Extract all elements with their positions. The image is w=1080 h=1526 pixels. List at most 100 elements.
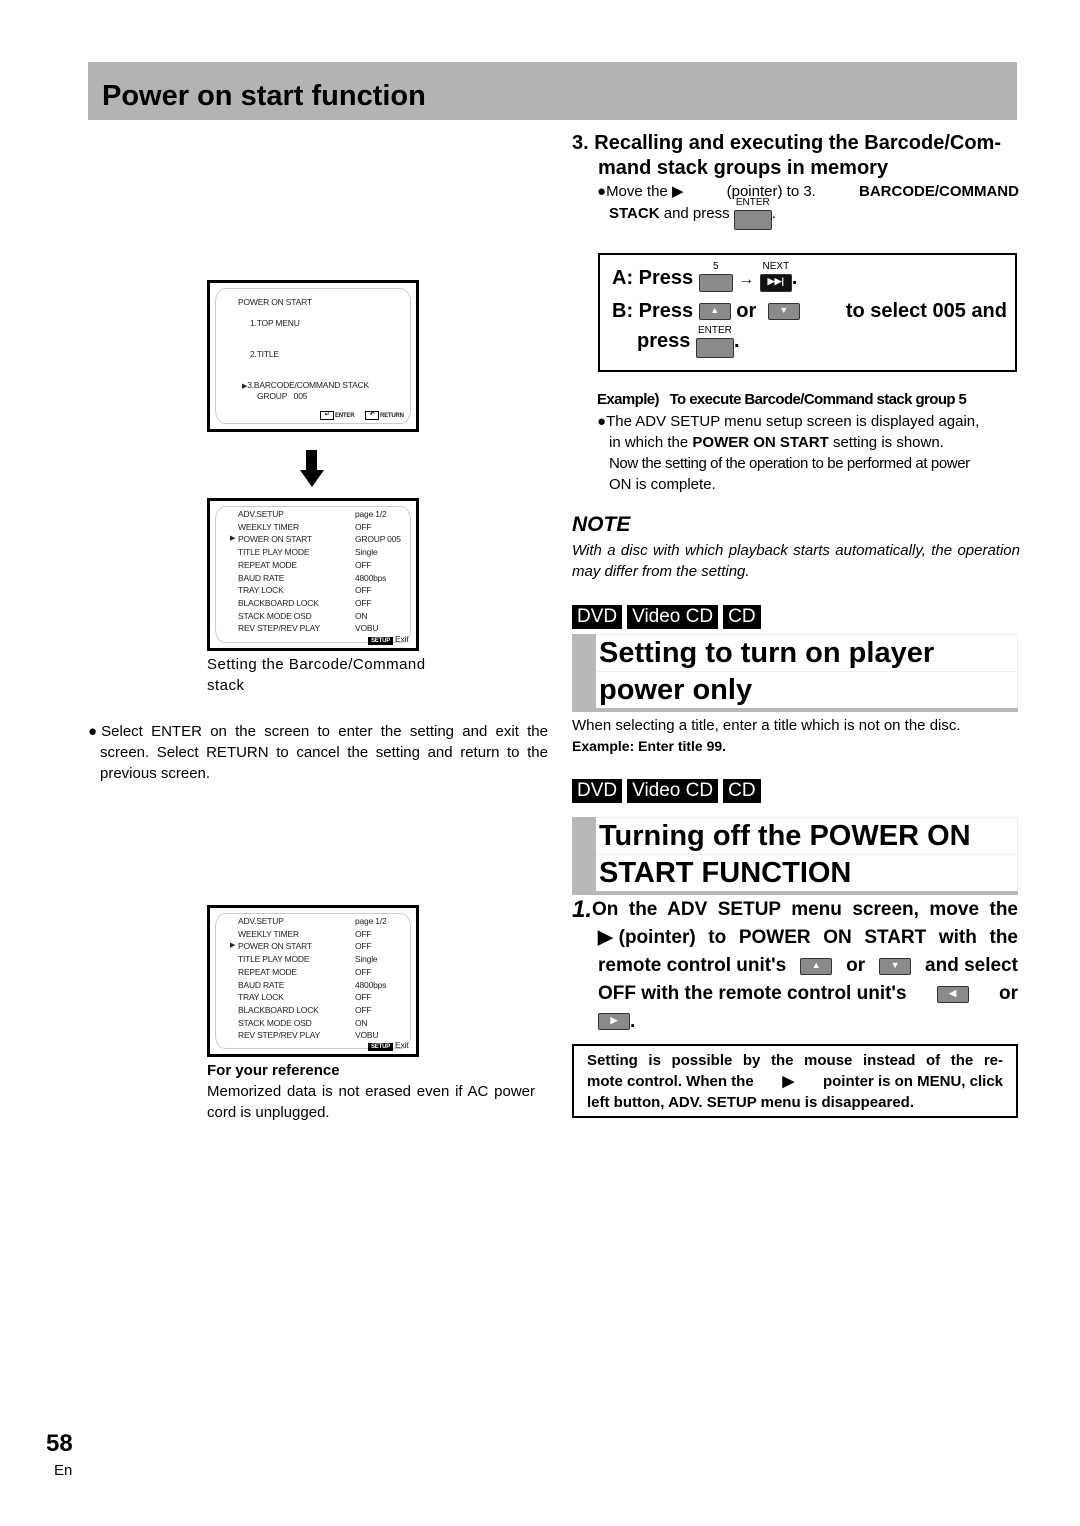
arrow-down-icon xyxy=(300,450,324,490)
pointer-icon: ▶ xyxy=(671,183,684,200)
example-heading: Example) To execute Barcode/Command stac… xyxy=(597,391,967,408)
setup-key-icon: SETUP xyxy=(368,1043,394,1051)
osd-return: ↶ RETURN xyxy=(365,411,404,420)
section1-example: Example: Enter title 99. xyxy=(572,738,727,754)
osd-screen-adv-setup-off: ADV.SETUP page 1/2 WEEKLY TIMER OFF ▶ POWER O… xyxy=(207,905,419,1057)
osd-row-label: REPEAT MODE xyxy=(238,966,297,977)
up-key-icon: ▲ xyxy=(800,957,833,975)
return-key-icon: ↶ xyxy=(365,411,379,420)
bullet-icon: ● xyxy=(88,723,102,740)
osd-screen-power-on-start: POWER ON START 1.TOP MENU 2.TITLE ▶3.BAR… xyxy=(207,280,419,432)
enter-key-icon: ↵ xyxy=(320,411,334,420)
down-key-icon: ▼ xyxy=(879,957,912,975)
pointer-icon: ▶ xyxy=(598,927,613,948)
left-bullet: ●Select ENTER on the screen to enter the… xyxy=(88,723,548,782)
osd-row-value: Single xyxy=(355,954,378,965)
section2-step1: 1. On the ADV SETUP menu screen, move the… xyxy=(572,896,1018,1032)
bullet-icon: ● xyxy=(597,413,607,430)
down-key-icon: ▼ xyxy=(767,303,800,321)
osd-row-label: STACK MODE OSD xyxy=(238,1017,312,1028)
osd-row-value: Single xyxy=(355,547,378,558)
badge-dvd: DVD xyxy=(572,605,623,629)
page-title: Power on start function xyxy=(102,80,426,112)
step3-bullet: ●Move the ▶ (pointer) to 3. BARCODE/COMM… xyxy=(597,181,1019,231)
osd-exit: SETUP Exit xyxy=(368,634,409,645)
disc-badges: DVD Video CD CD xyxy=(572,779,766,803)
osd-screen-adv-setup-group: ADV.SETUP page 1/2 WEEKLY TIMER OFF ▶ POWER O… xyxy=(207,498,419,651)
osd-row-value: OFF xyxy=(355,928,372,939)
screen-caption: Setting the Barcode/Command stack xyxy=(207,656,426,694)
osd-row-label: ADV.SETUP xyxy=(238,509,284,519)
number-5-key-icon: 5 xyxy=(698,261,733,292)
language-label: En xyxy=(54,1462,73,1479)
osd-row-label: TRAY LOCK xyxy=(238,992,284,1003)
osd-row-value: OFF xyxy=(355,1004,372,1015)
osd-exit: SETUP Exit xyxy=(368,1040,409,1051)
osd-row-value: OFF xyxy=(355,585,372,596)
step3-heading: 3. Recalling and executing the Barcode/C… xyxy=(572,132,1001,179)
left-key-icon: ◀ xyxy=(936,985,969,1003)
badge-video-cd: Video CD xyxy=(627,605,719,629)
osd-row-value: GROUP 005 xyxy=(355,534,401,545)
reference-block: For your reference Memorized data is not… xyxy=(207,1061,535,1123)
instruction-a: A: Press 5 → NEXT ▶▶|. xyxy=(612,261,797,292)
badge-cd: CD xyxy=(723,779,761,803)
instruction-b-press: press ENTER. xyxy=(637,325,740,358)
badge-cd: CD xyxy=(723,605,761,629)
page-title-bar: Power on start function xyxy=(88,62,1017,120)
section-heading-turning-off: Turning off the POWER ON START FUNCTION xyxy=(572,817,1018,895)
osd-row-value: OFF xyxy=(355,559,372,570)
osd-row-label: TRAY LOCK xyxy=(238,585,284,596)
osd-enter: ↵ ENTER xyxy=(320,411,355,420)
osd-group: GROUP 005 xyxy=(257,391,308,401)
osd-row-value: OFF xyxy=(355,941,372,952)
enter-key-icon: ENTER xyxy=(733,198,772,231)
osd-row-value: VOBU xyxy=(355,623,379,634)
osd-row-value: ON xyxy=(355,1017,368,1028)
osd-row-value: ON xyxy=(355,610,368,621)
osd-row-value: OFF xyxy=(355,992,372,1003)
osd-item: 2.TITLE xyxy=(250,349,279,359)
osd-row-value: VOBU xyxy=(355,1030,379,1041)
osd-row-label: BAUD RATE xyxy=(238,979,285,990)
reference-text: Memorized data is not erased even if AC … xyxy=(207,1083,535,1121)
osd-row-value: OFF xyxy=(355,521,372,532)
osd-row-label: BLACKBOARD LOCK xyxy=(238,597,319,608)
reference-heading: For your reference xyxy=(207,1062,340,1079)
setup-key-icon: SETUP xyxy=(368,637,394,645)
badge-video-cd: Video CD xyxy=(627,779,719,803)
instruction-b: B: Press ▲ or ▼ to select 005 and xyxy=(612,300,1007,322)
up-key-icon: ▲ xyxy=(698,303,731,321)
osd-row-label: ADV.SETUP xyxy=(238,916,284,926)
arrow-right-icon: → xyxy=(738,271,755,288)
next-key-icon: NEXT ▶▶| xyxy=(759,261,792,292)
enter-key-icon: ENTER xyxy=(695,325,734,358)
osd-row-value: 4800bps xyxy=(355,572,387,583)
osd-row-label: BAUD RATE xyxy=(238,572,285,583)
badge-dvd: DVD xyxy=(572,779,623,803)
osd-item: 1.TOP MENU xyxy=(250,318,300,328)
note-text: With a disc with which playback starts a… xyxy=(572,542,1020,580)
osd-row-label: WEEKLY TIMER xyxy=(238,521,299,532)
osd-row-label: WEEKLY TIMER xyxy=(238,928,299,939)
osd-row-value: page 1/2 xyxy=(355,916,387,926)
osd-row-label: POWER ON START xyxy=(238,941,312,952)
pointer-icon: ▶ xyxy=(230,942,236,950)
osd-row-label: REPEAT MODE xyxy=(238,559,297,570)
osd-row-value: 4800bps xyxy=(355,979,387,990)
osd-row-label: STACK MODE OSD xyxy=(238,610,312,621)
example-bullet: ●The ADV SETUP menu setup screen is disp… xyxy=(597,413,980,493)
osd-row-label: TITLE PLAY MODE xyxy=(238,547,310,558)
section-heading-power-only: Setting to turn on player power only xyxy=(572,634,1018,712)
page-number: 58 xyxy=(46,1430,73,1457)
note-heading: NOTE xyxy=(572,513,631,536)
disc-badges: DVD Video CD CD xyxy=(572,605,766,629)
osd-row-value: OFF xyxy=(355,966,372,977)
bullet-icon: ● xyxy=(597,183,607,200)
pointer-icon: ▶ xyxy=(782,1073,795,1090)
osd-row-label: BLACKBOARD LOCK xyxy=(238,1004,319,1015)
right-key-icon: ▶ xyxy=(598,1013,630,1031)
osd-title: POWER ON START xyxy=(238,297,312,307)
osd-row-label: REV STEP/REV PLAY xyxy=(238,623,320,634)
osd-row-value: OFF xyxy=(355,597,372,608)
